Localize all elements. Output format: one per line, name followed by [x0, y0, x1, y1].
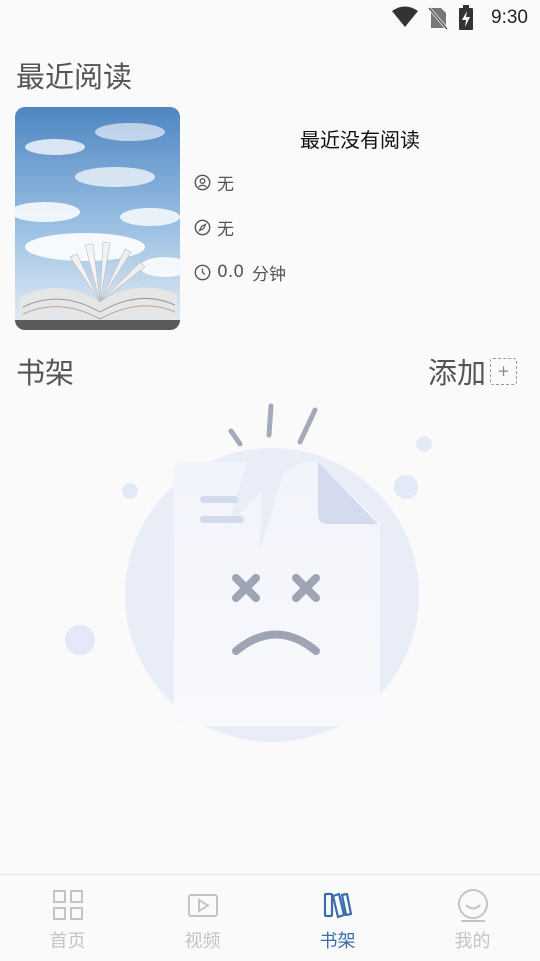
author-row: 无 [194, 170, 234, 195]
nav-item-bookshelf[interactable]: 书架 [270, 875, 405, 961]
compass-icon [194, 219, 211, 235]
reading-time-value: 0.0 [217, 262, 245, 282]
add-book-button[interactable]: 添加 + [428, 350, 518, 392]
nav-label-mine: 我的 [454, 931, 491, 952]
add-icon: + [490, 357, 518, 385]
nav-item-home[interactable]: 首页 [0, 875, 135, 961]
nav-label-video: 视频 [184, 931, 221, 952]
book-cover[interactable] [15, 107, 180, 330]
grid-icon [52, 890, 83, 920]
nav-item-video[interactable]: 视频 [135, 875, 270, 961]
status-bar: 9:30 [0, 0, 540, 38]
bookshelf-icon [323, 892, 352, 919]
author-value: 无 [217, 174, 234, 195]
user-circle-icon [194, 174, 211, 190]
bottom-nav: 首页 视频 书架 我的 [0, 874, 540, 961]
clock-icon [194, 264, 211, 280]
nav-label-bookshelf: 书架 [319, 931, 356, 952]
recent-reading-title: 最近阅读 [16, 60, 133, 94]
recent-book-title: 最近没有阅读 [300, 128, 420, 152]
book-cover-image [15, 107, 180, 330]
empty-shelf-illustration [65, 403, 432, 742]
video-icon [187, 894, 218, 917]
reading-time-unit: 分钟 [252, 264, 287, 285]
reading-time-row: 0.0 分钟 [194, 260, 287, 285]
status-time: 9:30 [491, 7, 528, 28]
source-row: 无 [194, 215, 234, 240]
bookshelf-title: 书架 [16, 356, 75, 390]
nav-label-home: 首页 [49, 931, 86, 952]
battery-charging-icon [459, 5, 473, 30]
no-sim-icon [428, 7, 448, 30]
smile-icon [457, 889, 488, 922]
nav-item-mine[interactable]: 我的 [405, 875, 540, 961]
add-book-label: 添加 [428, 356, 487, 390]
wifi-icon [392, 6, 418, 27]
source-value: 无 [217, 219, 234, 240]
